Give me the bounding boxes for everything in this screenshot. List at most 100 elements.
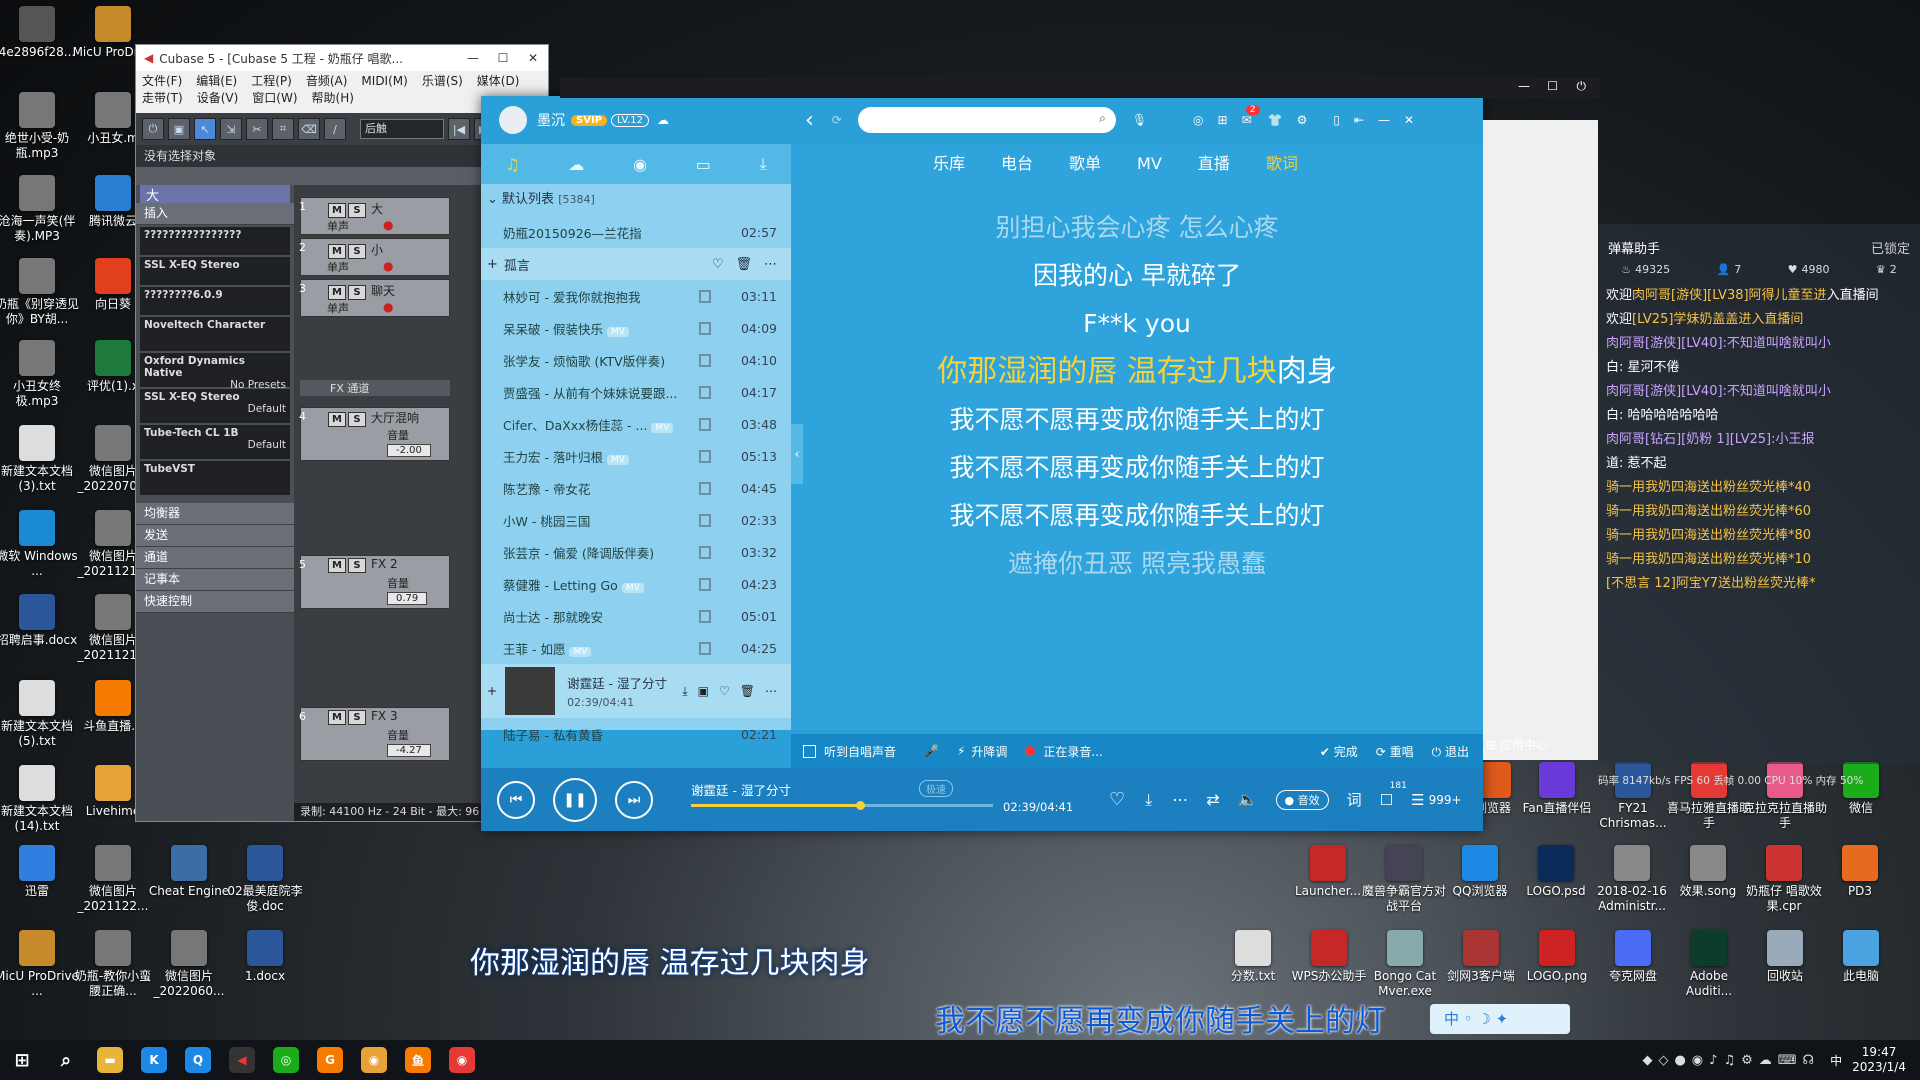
clock-time[interactable]: 19:47	[1852, 1045, 1906, 1060]
desktop-icon[interactable]: Fan直播伴侣	[1514, 762, 1600, 816]
nav-tab[interactable]: MV	[1137, 154, 1162, 173]
fx-track-row[interactable]: 4 M S 大厅混响 音量 -2.00	[299, 407, 450, 461]
mv-icon[interactable]	[699, 353, 711, 367]
mv-badge-icon[interactable]: MV	[569, 646, 592, 657]
hear-self-checkbox[interactable]	[803, 744, 816, 758]
message-icon[interactable]: ✉ 2	[1242, 105, 1260, 127]
mute-button[interactable]: M	[328, 710, 346, 725]
fx-track-row[interactable]: 6 M S FX 3 音量 -4.27	[299, 707, 450, 761]
record-icon[interactable]: ●	[383, 300, 393, 314]
desktop-icon[interactable]: 2018-02-16 Administr...	[1589, 845, 1675, 914]
desktop-icon[interactable]: 魔兽争霸官方对战平台	[1361, 845, 1447, 914]
record-icon[interactable]: ●	[383, 218, 393, 232]
playlist-count[interactable]: 999+	[1429, 793, 1462, 807]
file-explorer-icon[interactable]: ▬	[88, 1040, 132, 1080]
inspector-icon[interactable]: ▣	[168, 118, 190, 140]
menu-item[interactable]: 编辑(E)	[196, 74, 237, 88]
desktop-icon[interactable]: Cheat Engine	[146, 845, 232, 899]
desktop-icon[interactable]: 奶瓶《别穿透见你》BY胡...	[0, 258, 80, 327]
desktop-icon[interactable]: QQ浏览器	[1437, 845, 1523, 899]
inspector-section[interactable]: 记事本	[136, 569, 294, 591]
desktop-icon[interactable]: 微信图片_2022060...	[146, 930, 232, 999]
kugou-player-window[interactable]: 墨沉 SVIP LV.12 ☁ ‹ ⟳ ⌕ 🎙 ◎ ⊞ ✉ 2 👕 ⚙ ▯ ⇤ —…	[481, 96, 1483, 831]
mv-icon[interactable]: ▣	[698, 684, 709, 698]
menu-item[interactable]: 工程(P)	[251, 74, 292, 88]
insert-slot[interactable]: SSL X-EQ Stereo	[140, 257, 290, 285]
list-item[interactable]: 陈艺豫 - 帝女花 04:45	[481, 472, 791, 504]
douyu-icon[interactable]: 鱼	[396, 1040, 440, 1080]
settings-icon[interactable]: ⚙	[1297, 113, 1308, 127]
prev-button[interactable]: ⏮	[497, 780, 535, 819]
desktop-icon[interactable]: 4e2896f28...	[0, 6, 80, 60]
track-row[interactable]: 2 M S 小单声 ●	[299, 238, 450, 276]
mv-icon[interactable]	[699, 321, 711, 335]
mv-icon[interactable]	[699, 289, 711, 303]
volume-value[interactable]: 0.79	[387, 592, 428, 605]
group-header[interactable]: + 孤言 ♡ 🗑 ⋯	[481, 248, 791, 280]
split-tool-icon[interactable]: ✂	[246, 118, 268, 140]
cloud-tab-icon[interactable]: ☁	[568, 155, 584, 174]
mic-icon[interactable]: 🎤	[924, 744, 939, 758]
default-list-header[interactable]: ⌄ 默认列表 [5384]	[481, 184, 791, 216]
desktop-icon[interactable]: 迅雷	[0, 845, 80, 899]
close-button[interactable]: ✕	[518, 51, 548, 65]
now-playing-item[interactable]: + 谢霆廷 - 湿了分寸 02:39/04:41 ⤓ ▣ ♡ 🗑 ⋯	[481, 664, 791, 718]
list-item[interactable]: 张学友 - 烦恼歌 (KTV版伴奏) 04:10	[481, 344, 791, 376]
insert-slot[interactable]: Noveltech Character	[140, 317, 290, 351]
stream-minimize-icon[interactable]: —	[1518, 79, 1530, 93]
erase-tool-icon[interactable]: ⌫	[298, 118, 320, 140]
list-item[interactable]: 陆子易 - 私有黄昏 02:21	[481, 718, 791, 750]
mv-icon[interactable]	[699, 449, 711, 463]
desktop-icon[interactable]: 微软 Windows ...	[0, 510, 80, 579]
mv-badge-icon[interactable]: MV	[651, 422, 674, 433]
like-icon[interactable]: ♡	[1109, 789, 1125, 810]
mv-icon[interactable]	[699, 641, 711, 655]
mv-icon[interactable]	[699, 481, 711, 495]
desktop-icon[interactable]: 1.docx	[222, 930, 308, 984]
desktop-icon[interactable]: 02最美庭院李俊.doc	[222, 845, 308, 914]
desktop-icon[interactable]: LOGO.psd	[1513, 845, 1599, 899]
netease-music-icon[interactable]: ◉	[440, 1040, 484, 1080]
desktop-icon[interactable]: Bongo Cat Mver.exe	[1362, 930, 1448, 999]
kugou-icon[interactable]: K	[132, 1040, 176, 1080]
heart-icon[interactable]: ♡	[712, 257, 724, 272]
mv-badge-icon[interactable]: MV	[621, 582, 644, 593]
volume-value[interactable]: -4.27	[387, 744, 431, 757]
pitch-icon[interactable]: ⚡	[957, 744, 965, 758]
range-tool-icon[interactable]: ⇲	[220, 118, 242, 140]
start-button[interactable]: ⊞	[0, 1040, 44, 1080]
play-pause-button[interactable]: ❚❚	[553, 777, 597, 822]
list-item[interactable]: 尚士达 - 那就晚安 05:01	[481, 600, 791, 632]
insert-slot[interactable]: ????????6.0.9	[140, 287, 290, 315]
pitch-label[interactable]: 升降调	[971, 743, 1007, 760]
desktop-icon[interactable]: Launcher...	[1285, 845, 1371, 899]
record-icon[interactable]: ●	[383, 259, 393, 273]
desktop-icon[interactable]: 剑网3客户端	[1438, 930, 1524, 984]
power-icon[interactable]: ⏻	[142, 118, 164, 140]
fullscreen-icon[interactable]: ⇤	[1354, 113, 1364, 127]
search-input[interactable]: ⌕	[857, 107, 1116, 133]
menu-item[interactable]: 文件(F)	[142, 74, 182, 88]
download-icon[interactable]: ⤓	[682, 684, 687, 699]
glue-tool-icon[interactable]: ⌗	[272, 118, 294, 140]
mute-button[interactable]: M	[328, 244, 346, 259]
desktop-icon[interactable]: 新建文本文档(5).txt	[0, 680, 80, 749]
progress-handle[interactable]	[856, 800, 866, 810]
nav-tab[interactable]: 歌单	[1069, 154, 1101, 173]
desktop-icon[interactable]: LOGO.png	[1514, 930, 1600, 984]
plus-icon[interactable]: +	[487, 684, 497, 698]
desktop-icon[interactable]: Adobe Auditi...	[1666, 930, 1752, 999]
apps-icon[interactable]: ⊞	[1218, 113, 1228, 127]
desktop-icon[interactable]: 回收站	[1742, 930, 1828, 984]
resing-button[interactable]: ⟳ 重唱	[1376, 743, 1414, 760]
download-tab-icon[interactable]: ⤓	[760, 154, 767, 174]
cubase-titlebar[interactable]: ◀ Cubase 5 - [Cubase 5 工程 - 奶瓶仔 唱歌... — …	[136, 45, 548, 71]
solo-button[interactable]: S	[348, 244, 366, 259]
desktop-icon[interactable]: 绝世小受-奶瓶.mp3	[0, 92, 80, 161]
maximize-button[interactable]: ☐	[488, 51, 518, 65]
volume-value[interactable]: -2.00	[387, 444, 431, 457]
listen-icon[interactable]: ◎	[1193, 113, 1203, 127]
mute-button[interactable]: M	[328, 558, 346, 573]
download-icon[interactable]: ⤓	[1145, 790, 1152, 810]
list-item[interactable]: Cifer、DaXxx杨佳蕊 - ... MV 03:48	[481, 408, 791, 440]
